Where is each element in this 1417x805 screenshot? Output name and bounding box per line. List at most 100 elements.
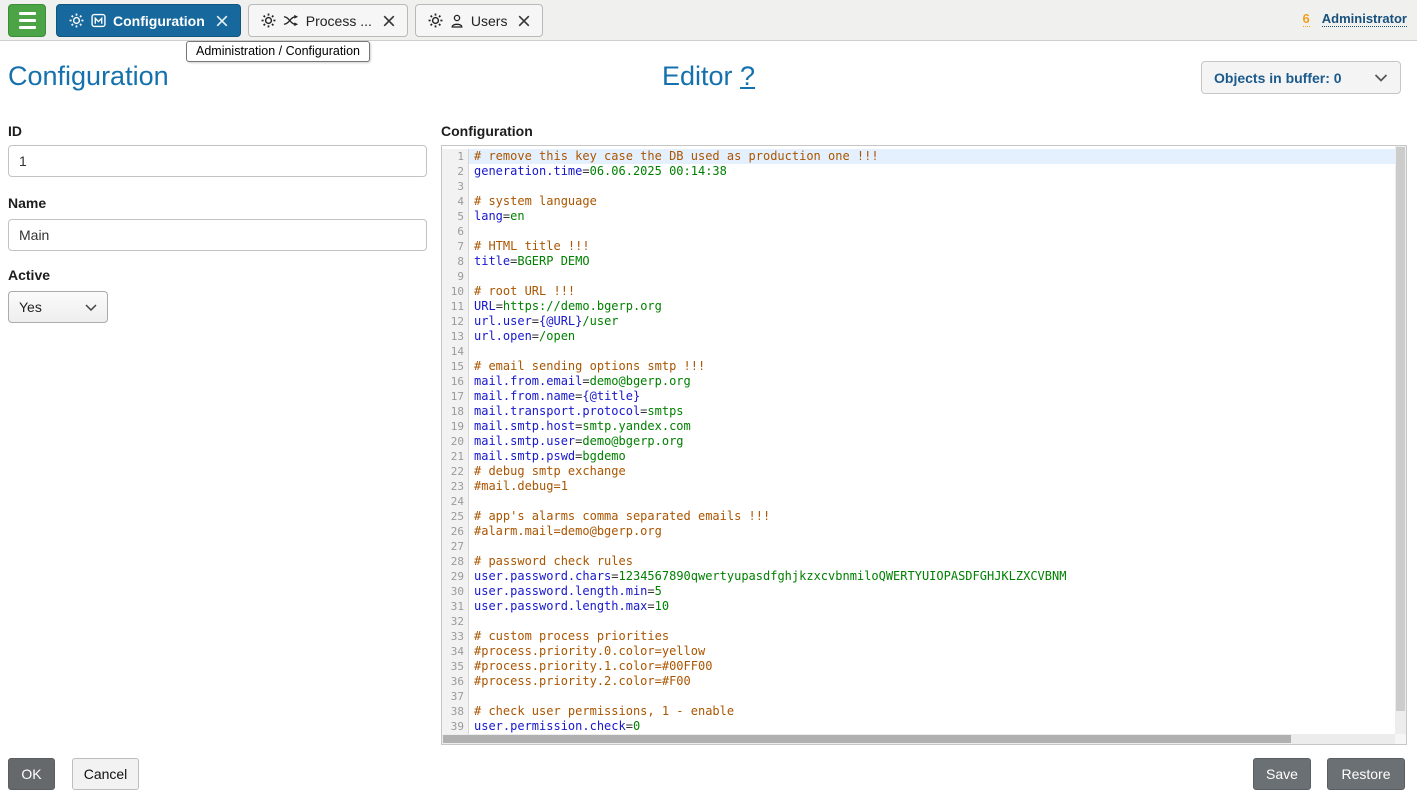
close-icon[interactable] — [518, 15, 530, 27]
line-number: 28 — [442, 554, 469, 569]
code-line[interactable]: 34#process.priority.0.color=yellow — [442, 644, 1395, 659]
line-number: 36 — [442, 674, 469, 689]
code-line[interactable]: 20mail.smtp.user=demo@bgerp.org — [442, 434, 1395, 449]
name-field[interactable] — [8, 219, 427, 251]
code-line[interactable]: 2generation.time=06.06.2025 00:14:38 — [442, 164, 1395, 179]
code-line[interactable]: 5lang=en — [442, 209, 1395, 224]
line-number: 24 — [442, 494, 469, 509]
line-content: mail.smtp.pswd=bgdemo — [469, 449, 1395, 464]
ok-button[interactable]: OK — [8, 758, 55, 790]
code-line[interactable]: 7# HTML title !!! — [442, 239, 1395, 254]
line-content — [469, 539, 1395, 554]
code-line[interactable]: 25# app's alarms comma separated emails … — [442, 509, 1395, 524]
code-line[interactable]: 17mail.from.name={@title} — [442, 389, 1395, 404]
line-content — [469, 689, 1395, 704]
code-line[interactable]: 8title=BGERP DEMO — [442, 254, 1395, 269]
tab-users[interactable]: Users — [415, 4, 544, 37]
line-number: 37 — [442, 689, 469, 704]
code-line[interactable]: 3 — [442, 179, 1395, 194]
vertical-scrollbar[interactable] — [1395, 146, 1406, 734]
code-line[interactable]: 36#process.priority.2.color=#F00 — [442, 674, 1395, 689]
code-line[interactable]: 32 — [442, 614, 1395, 629]
user-link[interactable]: Administrator — [1322, 11, 1407, 27]
code-line[interactable]: 35#process.priority.1.color=#00FF00 — [442, 659, 1395, 674]
close-icon[interactable] — [383, 15, 395, 27]
code-line[interactable]: 30user.password.length.min=5 — [442, 584, 1395, 599]
shuffle-icon — [283, 14, 299, 27]
close-icon[interactable] — [216, 15, 228, 27]
id-field[interactable] — [8, 145, 427, 177]
restore-button[interactable]: Restore — [1327, 758, 1405, 790]
line-number: 4 — [442, 194, 469, 209]
code-area[interactable]: 1# remove this key case the DB used as p… — [442, 146, 1395, 744]
horizontal-scrollbar[interactable] — [442, 734, 1395, 744]
line-content: # password check rules — [469, 554, 1395, 569]
code-line[interactable]: 1# remove this key case the DB used as p… — [442, 149, 1395, 164]
code-line[interactable]: 31user.password.length.max=10 — [442, 599, 1395, 614]
save-button[interactable]: Save — [1253, 758, 1311, 790]
line-number: 10 — [442, 284, 469, 299]
code-line[interactable]: 21mail.smtp.pswd=bgdemo — [442, 449, 1395, 464]
horizontal-scrollbar-thumb[interactable] — [443, 735, 1291, 743]
line-number: 38 — [442, 704, 469, 719]
line-number: 26 — [442, 524, 469, 539]
code-line[interactable]: 15# email sending options smtp !!! — [442, 359, 1395, 374]
line-number: 11 — [442, 299, 469, 314]
code-line[interactable]: 12url.user={@URL}/user — [442, 314, 1395, 329]
active-select-value: Yes — [19, 299, 42, 315]
code-line[interactable]: 38# check user permissions, 1 - enable — [442, 704, 1395, 719]
code-line[interactable]: 27 — [442, 539, 1395, 554]
line-content: user.password.length.max=10 — [469, 599, 1395, 614]
code-line[interactable]: 13url.open=/open — [442, 329, 1395, 344]
line-content: #process.priority.2.color=#F00 — [469, 674, 1395, 689]
line-content: # email sending options smtp !!! — [469, 359, 1395, 374]
code-line[interactable]: 37 — [442, 689, 1395, 704]
objects-in-buffer-dropdown[interactable]: Objects in buffer: 0 — [1201, 61, 1401, 94]
code-line[interactable]: 11URL=https://demo.bgerp.org — [442, 299, 1395, 314]
code-line[interactable]: 23#mail.debug=1 — [442, 479, 1395, 494]
line-content: # app's alarms comma separated emails !!… — [469, 509, 1395, 524]
line-number: 22 — [442, 464, 469, 479]
line-number: 25 — [442, 509, 469, 524]
help-link[interactable]: ? — [740, 61, 755, 91]
active-select[interactable]: Yes — [8, 291, 108, 323]
code-line[interactable]: 33# custom process priorities — [442, 629, 1395, 644]
tab-process[interactable]: Process ... — [248, 4, 408, 37]
code-line[interactable]: 9 — [442, 269, 1395, 284]
code-line[interactable]: 24 — [442, 494, 1395, 509]
line-content: mail.smtp.host=smtp.yandex.com — [469, 419, 1395, 434]
menu-button[interactable] — [8, 4, 46, 37]
tab-bar: Configuration — [56, 4, 543, 37]
line-content: # remove this key case the DB used as pr… — [469, 149, 1395, 164]
line-content: # root URL !!! — [469, 284, 1395, 299]
line-number: 19 — [442, 419, 469, 434]
gear-icon — [428, 13, 443, 28]
code-line[interactable]: 14 — [442, 344, 1395, 359]
line-content: url.user={@URL}/user — [469, 314, 1395, 329]
line-content: # check user permissions, 1 - enable — [469, 704, 1395, 719]
config-code-editor[interactable]: 1# remove this key case the DB used as p… — [441, 145, 1407, 745]
line-number: 27 — [442, 539, 469, 554]
code-line[interactable]: 28# password check rules — [442, 554, 1395, 569]
line-content — [469, 344, 1395, 359]
line-number: 7 — [442, 239, 469, 254]
cancel-button[interactable]: Cancel — [72, 758, 139, 790]
buffer-count-link[interactable]: 6 — [1303, 11, 1310, 27]
line-number: 33 — [442, 629, 469, 644]
code-line[interactable]: 39user.permission.check=0 — [442, 719, 1395, 734]
code-line[interactable]: 19mail.smtp.host=smtp.yandex.com — [442, 419, 1395, 434]
vertical-scrollbar-thumb[interactable] — [1396, 147, 1405, 711]
code-line[interactable]: 6 — [442, 224, 1395, 239]
code-line[interactable]: 16mail.from.email=demo@bgerp.org — [442, 374, 1395, 389]
code-line[interactable]: 4# system language — [442, 194, 1395, 209]
line-number: 18 — [442, 404, 469, 419]
code-line[interactable]: 22# debug smtp exchange — [442, 464, 1395, 479]
user-area: 6 Administrator — [1303, 11, 1407, 27]
code-line[interactable]: 29user.password.chars=1234567890qwertyup… — [442, 569, 1395, 584]
line-content — [469, 269, 1395, 284]
code-line[interactable]: 18mail.transport.protocol=smtps — [442, 404, 1395, 419]
code-line[interactable]: 26#alarm.mail=demo@bgerp.org — [442, 524, 1395, 539]
tab-configuration[interactable]: Configuration — [56, 4, 241, 37]
line-content: user.password.length.min=5 — [469, 584, 1395, 599]
code-line[interactable]: 10# root URL !!! — [442, 284, 1395, 299]
